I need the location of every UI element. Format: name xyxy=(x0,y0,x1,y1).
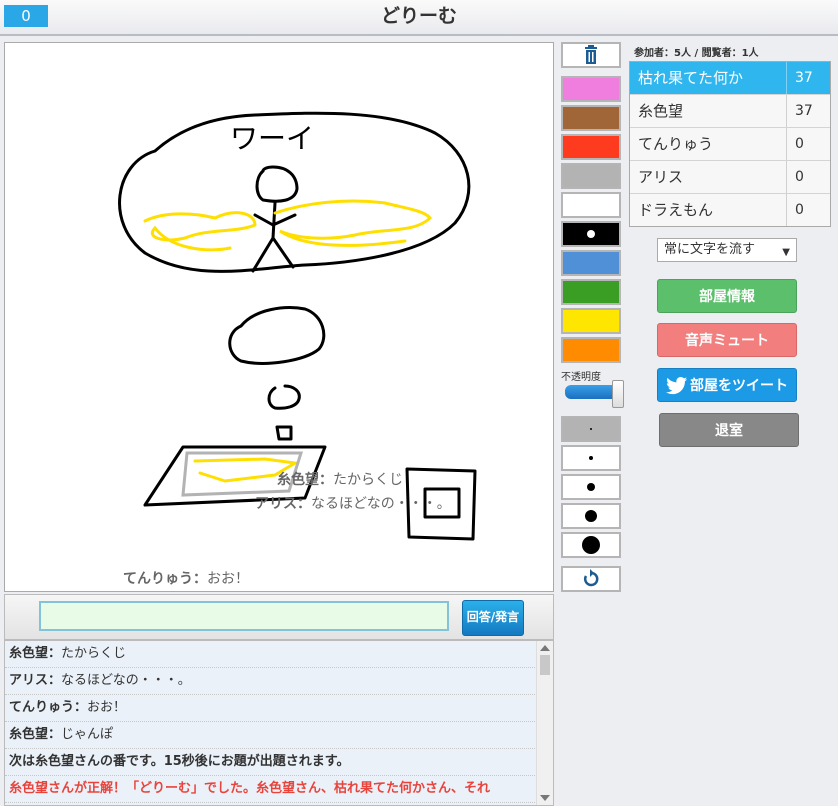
tweet-button-label: 部屋をツイート xyxy=(690,378,788,394)
color-swatch-blue[interactable] xyxy=(561,250,621,276)
overlay-message-1: 糸色望：たからくじ xyxy=(277,472,403,488)
dropdown-arrow-icon: ▼ xyxy=(782,247,790,258)
chat-log[interactable]: 糸色望：たからくじ アリス：なるほどなの・・・。 てんりゅう：おお！ 糸色望：じ… xyxy=(4,640,554,806)
drawing-canvas[interactable]: ワーイ 糸色望：たからくじ アリス：なるほどなの・・・。 てんりゅう：おお！ xyxy=(4,42,554,592)
player-name: ドラえもん xyxy=(638,201,714,219)
stroke-dot xyxy=(275,425,293,441)
player-score: 0 xyxy=(786,161,830,193)
tweet-button[interactable]: 部屋をツイート xyxy=(657,368,797,402)
player-score: 0 xyxy=(786,128,830,160)
brush-dot-icon xyxy=(582,536,600,554)
player-name: 糸色望 xyxy=(638,102,684,120)
scroll-mode-select[interactable]: 常に文字を流す ▼ xyxy=(657,238,797,262)
color-swatch-green[interactable] xyxy=(561,279,621,305)
player-score: 37 xyxy=(786,62,830,94)
player-score: 37 xyxy=(786,95,830,127)
mute-button[interactable]: 音声ミュート xyxy=(657,323,797,357)
stroke-bubble xyxy=(267,384,301,410)
chat-correct-line: 糸色望さんが正解！「どりーむ」でした。糸色望さん、枯れ果てた何かさん、それ xyxy=(5,776,537,803)
scoreboard: 枯れ果てた何か 37 糸色望 37 てんりゅう 0 アリス 0 ドラえもん 0 xyxy=(629,61,831,227)
answer-input[interactable] xyxy=(39,601,449,631)
leave-button[interactable]: 退室 xyxy=(659,413,799,447)
overlay-message-3: てんりゅう：おお！ xyxy=(123,571,249,587)
color-swatch-pink[interactable] xyxy=(561,76,621,102)
brush-size-4[interactable] xyxy=(561,503,621,529)
score-row: アリス 0 xyxy=(630,161,830,194)
score-row: てんりゅう 0 xyxy=(630,128,830,161)
stroke-head xyxy=(255,165,299,203)
header: 0 どりーむ xyxy=(0,0,838,36)
chat-line: アリス：なるほどなの・・・。 xyxy=(5,668,537,695)
stroke-yellow-right xyxy=(273,199,432,247)
undo-icon xyxy=(584,569,599,587)
chat-scrollbar[interactable] xyxy=(536,641,553,805)
brush-size-1[interactable] xyxy=(561,416,621,442)
color-swatch-orange[interactable] xyxy=(561,337,621,363)
brush-size-2[interactable] xyxy=(561,445,621,471)
brush-size-3[interactable] xyxy=(561,474,621,500)
color-swatch-brown[interactable] xyxy=(561,105,621,131)
player-name: てんりゅう xyxy=(638,135,714,153)
opacity-handle[interactable] xyxy=(612,380,624,408)
clear-canvas-button[interactable] xyxy=(561,42,621,68)
chat-system-line: 次は糸色望さんの番です。15秒後にお題が出題されます。 xyxy=(5,749,537,776)
scroll-mode-value: 常に文字を流す xyxy=(664,242,756,257)
score-row: 枯れ果てた何か 37 xyxy=(630,62,830,95)
trash-icon xyxy=(585,45,597,64)
color-swatch-red[interactable] xyxy=(561,134,621,160)
drawing-text: ワーイ xyxy=(230,122,314,155)
overlay-message-2: アリス：なるほどなの・・・。 xyxy=(255,496,451,512)
selected-indicator xyxy=(587,230,595,238)
brush-dot-icon xyxy=(590,428,592,430)
color-swatch-white[interactable] xyxy=(561,192,621,218)
player-name: 枯れ果てた何か xyxy=(638,69,744,87)
twitter-bird-icon xyxy=(666,377,688,395)
stroke-yellow-left xyxy=(143,211,257,252)
color-swatch-yellow[interactable] xyxy=(561,308,621,334)
chat-line: 糸色望：たからくじ xyxy=(5,641,537,668)
color-swatch-gray[interactable] xyxy=(561,163,621,189)
opacity-slider[interactable] xyxy=(565,385,617,399)
player-score: 0 xyxy=(786,194,830,226)
score-row: 糸色望 37 xyxy=(630,95,830,128)
brush-dot-icon xyxy=(589,456,593,460)
brush-size-5[interactable] xyxy=(561,532,621,558)
color-swatch-black[interactable] xyxy=(561,221,621,247)
stroke-small-cloud xyxy=(228,306,326,365)
send-button[interactable]: 回答/発言 xyxy=(462,600,524,636)
room-info-button[interactable]: 部屋情報 xyxy=(657,279,797,313)
opacity-label: 不透明度 xyxy=(561,372,601,383)
brush-dot-icon xyxy=(587,483,595,491)
score-row: ドラえもん 0 xyxy=(630,194,830,226)
input-row: 回答/発言 xyxy=(4,594,554,640)
player-name: アリス xyxy=(638,168,684,186)
scroll-down-icon[interactable] xyxy=(540,795,550,801)
undo-button[interactable] xyxy=(561,566,621,592)
scroll-thumb[interactable] xyxy=(540,655,550,675)
chat-line: 糸色望：じゃんぽ xyxy=(5,722,537,749)
scroll-up-icon[interactable] xyxy=(540,645,550,651)
chat-line: てんりゅう：おお！ xyxy=(5,695,537,722)
brush-dot-icon xyxy=(585,510,597,522)
page-title: どりーむ xyxy=(380,5,457,27)
participant-info: 参加者：5人 / 閲覧者：1人 xyxy=(634,48,759,59)
